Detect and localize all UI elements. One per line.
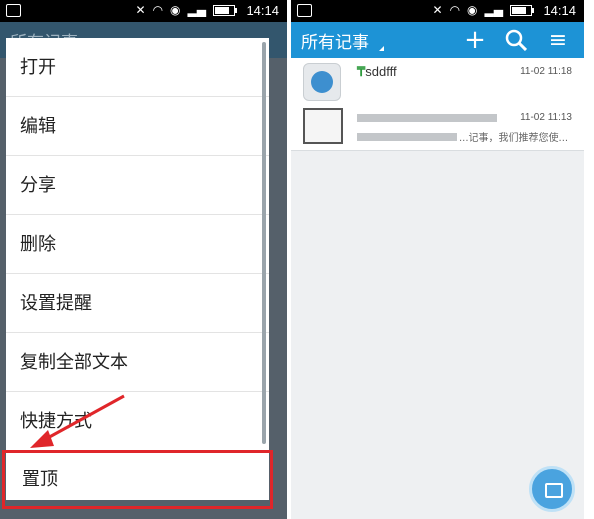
signal-icon: ▂▄ [484,3,503,17]
battery-icon [510,4,534,16]
camera-icon [545,483,563,498]
note-date: 11-02 11:18 [520,66,572,77]
note-title: ₸sddfff [357,64,397,79]
right-phone-screen: ✕ ◠ ◉ ▂▄ 14:14 所有记事 + ≡ ₸sddfff 11-02 11… [291,0,584,519]
red-arrow-annotation [30,394,125,448]
caret-down-icon [379,46,384,51]
search-icon[interactable] [501,25,531,55]
app-title-dropdown[interactable]: 所有记事 [301,28,369,53]
notification-icon [297,4,312,17]
note-preview: ...记事，我们推荐您使... [459,133,569,144]
status-time: 14:14 [543,3,576,18]
add-icon[interactable]: + [460,25,490,55]
wifi-icon: ◠ [449,3,461,17]
blurred-title [357,114,497,122]
note-row[interactable]: 11-02 11:13 ...记事，我们推荐您使... [291,104,584,151]
note-row[interactable]: ₸sddfff 11-02 11:18 [291,58,584,105]
note-icon [303,63,341,101]
note-thumbnail [303,108,343,144]
camera-fab[interactable] [529,466,575,512]
status-bar: ✕ ◠ ◉ ▂▄ 14:14 [291,0,584,22]
note-date: 11-02 11:13 [520,112,572,123]
sync-icon: ◉ [467,3,478,17]
left-phone-screen: ✕ ◠ ◉ ▂▄ 14:14 所有记事 打开 编辑 分享 删除 设置提醒 复制全… [0,0,287,519]
app-bar: 所有记事 + ≡ [291,22,584,58]
menu-icon[interactable]: ≡ [543,25,573,55]
mute-icon: ✕ [432,3,443,17]
blurred-preview [357,133,457,141]
